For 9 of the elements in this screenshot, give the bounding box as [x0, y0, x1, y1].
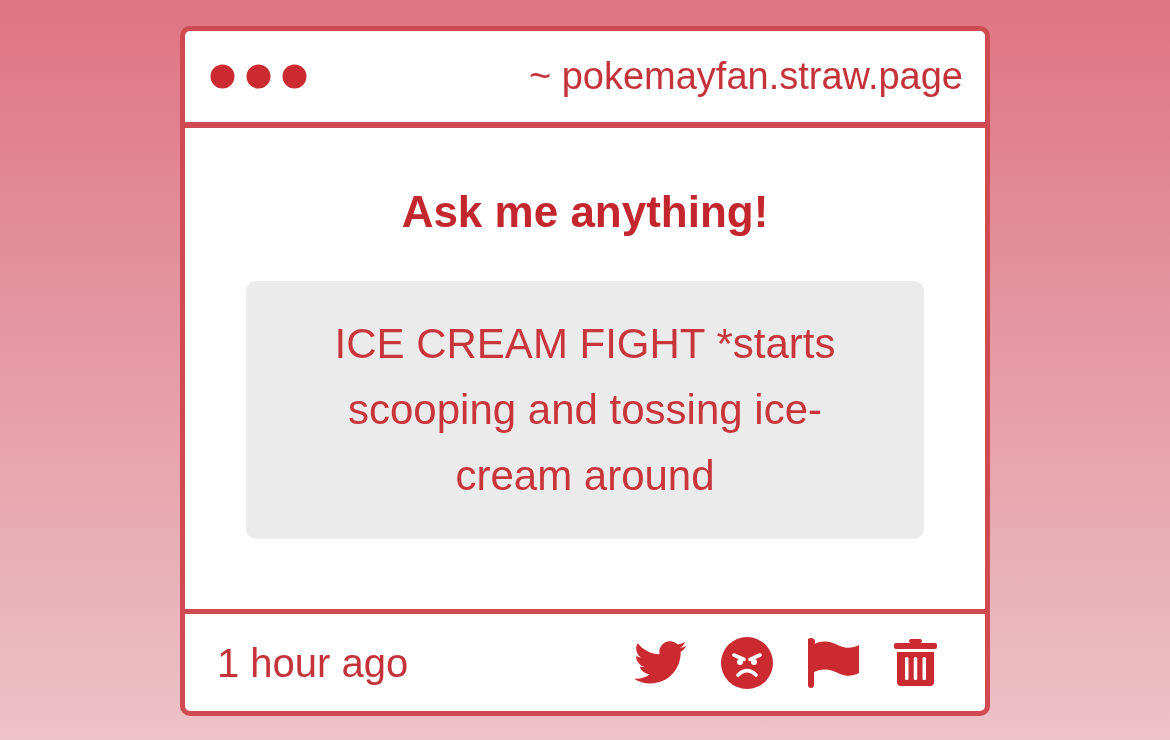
- timestamp: 1 hour ago: [217, 639, 409, 687]
- question-text: ICE CREAM FIGHT *starts scooping and tossing ice-cream around: [333, 319, 837, 501]
- trash-icon[interactable]: [894, 639, 937, 686]
- flag-icon[interactable]: [808, 637, 859, 688]
- three-dots-icon: [210, 64, 307, 89]
- page-url: ~ pokemayfan.straw.page: [528, 54, 963, 99]
- bird-icon[interactable]: [634, 641, 686, 684]
- card-title: Ask me anything!: [400, 190, 770, 234]
- angry-face-icon[interactable]: [721, 636, 773, 689]
